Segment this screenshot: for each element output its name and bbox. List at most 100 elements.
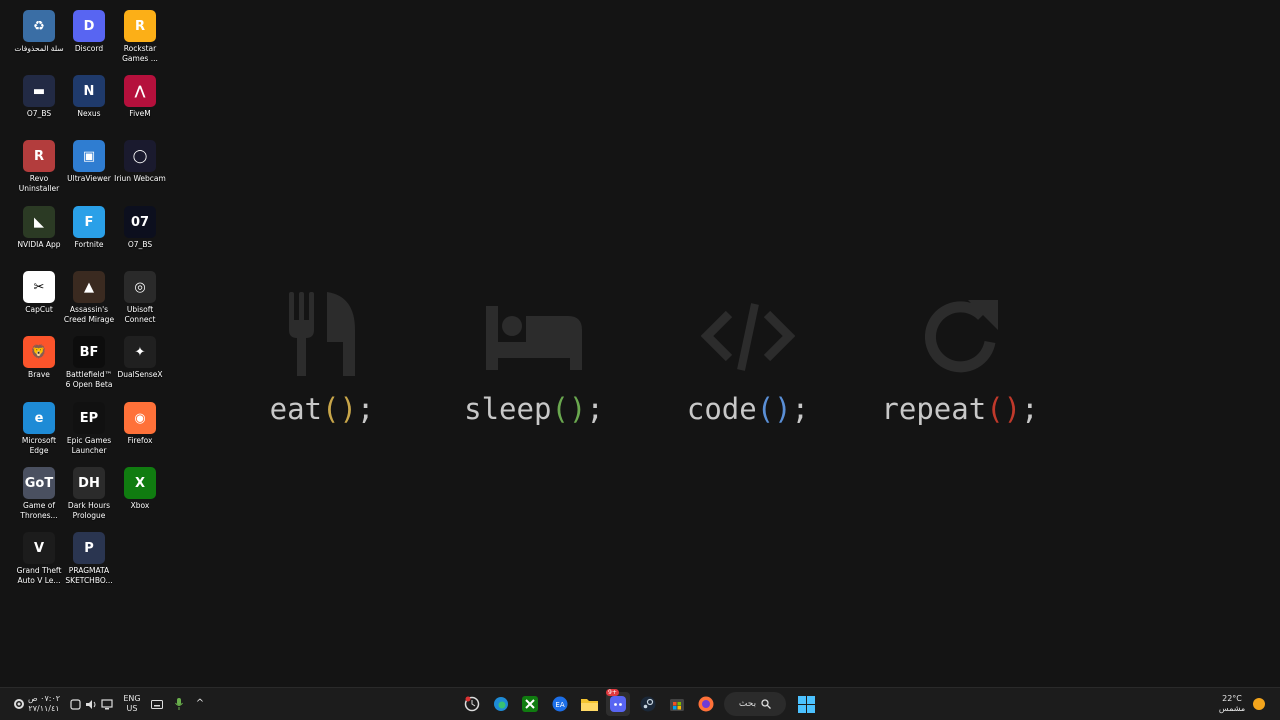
desktop-icon[interactable]: EP Epic Games Launcher	[63, 396, 115, 456]
desktop: ♻ سلة المحذوفات D Discord R Rockstar Games ..…	[0, 0, 1280, 688]
desktop-icon-label: Assassin's Creed Mirage	[63, 305, 115, 324]
desktop-icon[interactable]: ▬ O7_BS	[13, 69, 65, 119]
taskbar-app-firefox[interactable]	[694, 692, 718, 716]
desktop-icon[interactable]: ◎ Ubisoft Connect	[114, 265, 166, 325]
svg-text:EA: EA	[555, 701, 564, 709]
desktop-icon[interactable]: DH Dark Hours Prologue	[63, 461, 115, 521]
desktop-icon[interactable]: R Rockstar Games ...	[114, 4, 166, 64]
desktop-icon-label: سلة المحذوفات	[14, 44, 64, 53]
xbox-icon: X	[124, 467, 156, 499]
paren-code: ()	[756, 392, 792, 426]
wallpaper-sleep: sleep();	[434, 290, 634, 426]
gta-icon: V	[23, 532, 55, 564]
desktop-icon[interactable]: D Discord	[63, 4, 115, 54]
desktop-icon-label: Dark Hours Prologue	[67, 501, 111, 520]
weather-desc: مشمس	[1218, 704, 1246, 713]
desktop-icon[interactable]: ♻ سلة المحذوفات	[13, 4, 65, 54]
darkhours-icon: DH	[73, 467, 105, 499]
sun-icon[interactable]	[1252, 692, 1266, 716]
brave-icon: 🦁	[23, 336, 55, 368]
desktop-icon-label: NVIDIA App	[17, 240, 61, 249]
desktop-icon[interactable]: ⋀ FiveM	[114, 69, 166, 119]
o7bs-icon: 07	[124, 206, 156, 238]
network-icon[interactable]	[100, 692, 114, 716]
clock[interactable]: ٠٧:٠٢ ص ٢٧/١١/٤١	[26, 692, 62, 716]
dualsensex-icon: ✦	[124, 336, 156, 368]
desktop-icon[interactable]: ▣ UltraViewer	[63, 134, 115, 184]
wallpaper-eat: eat();	[222, 290, 422, 426]
paren-sleep: ()	[551, 392, 587, 426]
iriun-icon: ◯	[124, 140, 156, 172]
desktop-icon[interactable]: 🦁 Brave	[13, 330, 65, 380]
desktop-icon[interactable]: BF Battlefield™ 6 Open Beta	[63, 330, 115, 390]
discord-icon: D	[73, 10, 105, 42]
taskbar: ٠٧:٠٢ ص ٢٧/١١/٤١ ENG US ^ EA 9+ بحث 22°C…	[0, 687, 1280, 720]
start-button[interactable]	[794, 692, 818, 716]
code-word-code: code	[686, 392, 757, 426]
taskbar-app-clock-tool[interactable]	[460, 692, 484, 716]
bed-icon	[486, 306, 582, 370]
nexus-icon: N	[73, 75, 105, 107]
desktop-icon-label: Epic Games Launcher	[66, 436, 112, 455]
clock-time: ٠٧:٠٢ ص	[27, 694, 61, 703]
rockstar-icon: R	[124, 10, 156, 42]
desktop-icon-label: Discord	[74, 44, 104, 53]
settings-gear-icon[interactable]	[12, 692, 26, 716]
desktop-icon-label: Grand Theft Auto V Le...	[16, 566, 62, 585]
fivem-icon: ⋀	[124, 75, 156, 107]
taskbar-app-edge[interactable]	[489, 692, 513, 716]
desktop-icon-label: O7_BS	[127, 240, 153, 249]
wallpaper-repeat: repeat();	[860, 290, 1060, 426]
desktop-icon[interactable]: V Grand Theft Auto V Le...	[13, 526, 65, 586]
taskbar-app-file-explorer[interactable]	[577, 692, 601, 716]
battlefield-icon: BF	[73, 336, 105, 368]
desktop-icon[interactable]: ▲ Assassin's Creed Mirage	[63, 265, 115, 325]
discord-badge: 9+	[606, 689, 619, 696]
desktop-icon-label: O7_BS	[26, 109, 52, 118]
volume-icon[interactable]	[84, 692, 98, 716]
taskbar-app-discord[interactable]: 9+	[606, 689, 630, 716]
paren-repeat: ()	[986, 392, 1022, 426]
windows-logo-icon	[797, 695, 815, 713]
desktop-icon[interactable]: GoT Game of Thrones...	[13, 461, 65, 521]
wallpaper-code: code();	[648, 290, 848, 426]
desktop-icon[interactable]: ◣ NVIDIA App	[13, 200, 65, 250]
fork-knife-icon	[289, 292, 355, 376]
recycle-bin-icon: ♻	[23, 10, 55, 42]
nvidia-icon: ◣	[23, 206, 55, 238]
taskbar-app-steam[interactable]	[636, 692, 660, 716]
language-indicator[interactable]: ENG US	[120, 692, 144, 716]
desktop-icon-label: Revo Uninstaller	[18, 174, 60, 193]
desktop-icon-label: Battlefield™ 6 Open Beta	[65, 370, 113, 389]
taskbar-app-store[interactable]	[665, 692, 689, 716]
desktop-icon[interactable]: R Revo Uninstaller	[13, 134, 65, 194]
desktop-icon[interactable]: 07 O7_BS	[114, 200, 166, 250]
capcut-icon: ✂	[23, 271, 55, 303]
microphone-icon[interactable]	[172, 692, 186, 716]
taskbar-search[interactable]: بحث	[724, 692, 786, 716]
keyboard-icon[interactable]	[150, 692, 164, 716]
firefox-icon: ◉	[124, 402, 156, 434]
desktop-icon-label: FiveM	[129, 109, 151, 118]
desktop-icon[interactable]: ✂ CapCut	[13, 265, 65, 315]
desktop-icon[interactable]: N Nexus	[63, 69, 115, 119]
notification-icon[interactable]	[68, 692, 82, 716]
desktop-icon[interactable]: ◯ Iriun Webcam	[114, 134, 166, 184]
taskbar-app-xbox[interactable]	[518, 692, 542, 716]
taskbar-app-ea[interactable]: EA	[548, 692, 572, 716]
desktop-icon[interactable]: F Fortnite	[63, 200, 115, 250]
desktop-icon[interactable]: e Microsoft Edge	[13, 396, 65, 456]
desktop-icon[interactable]: ✦ DualSenseX	[114, 330, 166, 380]
ubisoft-icon: ◎	[124, 271, 156, 303]
desktop-icon[interactable]: ◉ Firefox	[114, 396, 166, 446]
got-icon: GoT	[23, 467, 55, 499]
desktop-icon[interactable]: P PRAGMATA SKETCHBO...	[63, 526, 115, 586]
weather-temp: 22°C	[1222, 694, 1242, 703]
desktop-icon-label: Rockstar Games ...	[122, 44, 158, 63]
semicolon-repeat: ;	[1021, 392, 1039, 426]
semicolon-eat: ;	[356, 392, 375, 426]
desktop-icon[interactable]: X Xbox	[114, 461, 166, 511]
desktop-icon-label: DualSenseX	[117, 370, 163, 379]
chevron-up-icon[interactable]: ^	[193, 692, 207, 716]
weather-widget[interactable]: 22°C مشمس	[1214, 692, 1250, 716]
